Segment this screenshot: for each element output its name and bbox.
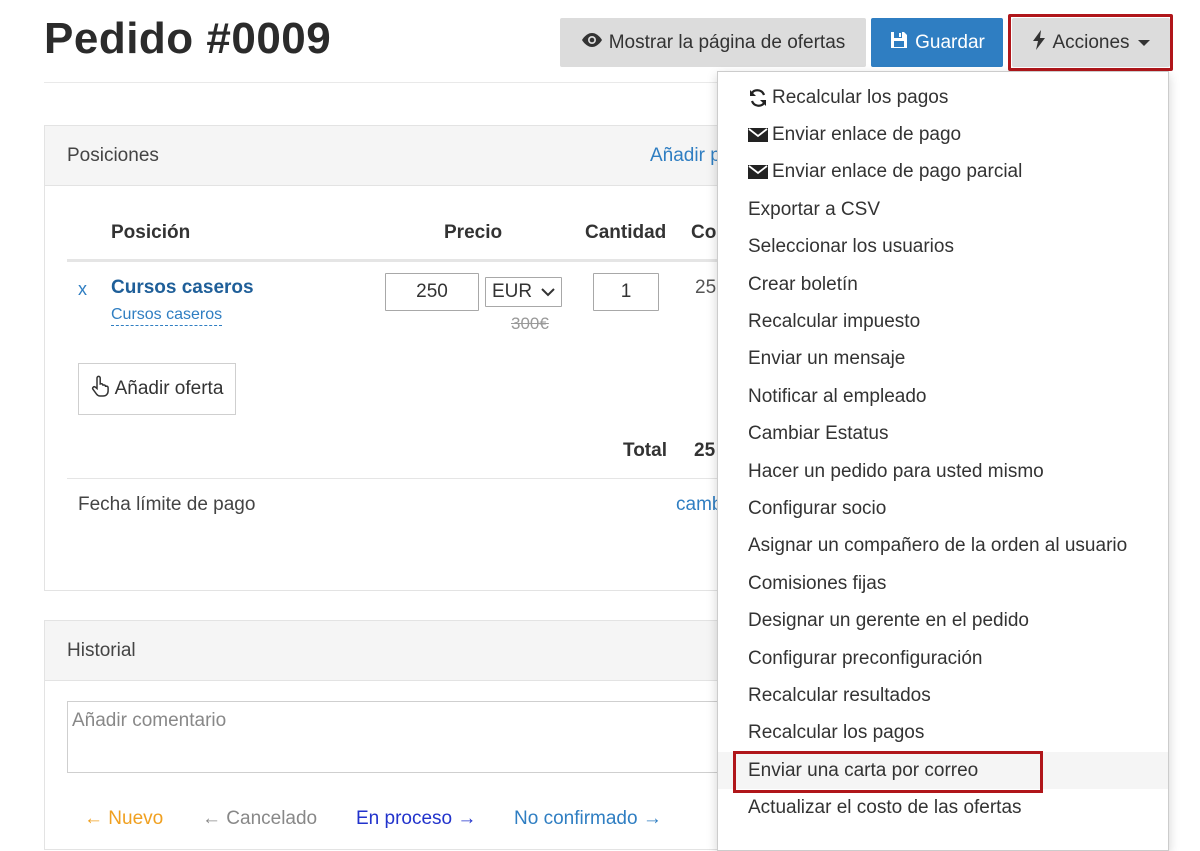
- currency-select[interactable]: EUR: [485, 277, 562, 307]
- save-button[interactable]: Guardar: [871, 18, 1003, 67]
- menu-item-label: Configurar socio: [748, 497, 887, 519]
- menu-item[interactable]: Crear boletín: [718, 266, 1168, 303]
- menu-item[interactable]: Recalcular resultados: [718, 677, 1168, 714]
- position-cost: 25: [695, 277, 717, 298]
- menu-item[interactable]: Seleccionar los usuarios: [718, 229, 1168, 266]
- menu-item[interactable]: Designar un gerente en el pedido: [718, 603, 1168, 640]
- menu-item-label: Recalcular impuesto: [748, 310, 921, 332]
- chevron-down-icon: [541, 281, 555, 303]
- bolt-icon: [1032, 29, 1046, 56]
- menu-item-label: Hacer un pedido para usted mismo: [748, 460, 1044, 482]
- history-panel-title: Historial: [67, 640, 136, 661]
- actions-label: Acciones: [1052, 31, 1130, 53]
- menu-item[interactable]: Hacer un pedido para usted mismo: [718, 453, 1168, 490]
- menu-item-label: Notificar al empleado: [748, 385, 927, 407]
- menu-item[interactable]: Recalcular los pagos: [718, 715, 1168, 752]
- menu-item-label: Crear boletín: [748, 273, 858, 295]
- show-offers-label: Mostrar la página de ofertas: [608, 31, 846, 53]
- menu-item[interactable]: Recalcular los pagos: [718, 79, 1168, 116]
- menu-item[interactable]: Enviar enlace de pago: [718, 116, 1168, 153]
- show-offers-page-button[interactable]: Mostrar la página de ofertas: [560, 18, 866, 67]
- header-divider: [44, 82, 744, 83]
- table-header-divider: [67, 259, 727, 262]
- hand-pointer-icon: [91, 375, 111, 403]
- status-link-new[interactable]: ← Nuevo: [84, 808, 163, 830]
- menu-item[interactable]: Notificar al empleado: [718, 378, 1168, 415]
- actions-dropdown-menu: Recalcular los pagos Enviar enlace de pag…: [717, 71, 1169, 851]
- menu-item-label: Enviar una carta por correo: [748, 759, 979, 781]
- menu-item[interactable]: Enviar enlace de pago parcial: [718, 154, 1168, 191]
- menu-item-label: Exportar a CSV: [748, 198, 880, 220]
- caret-down-icon: [1137, 39, 1150, 46]
- menu-item-label: Enviar un mensaje: [748, 348, 906, 370]
- page-title: Pedido #0009: [44, 14, 332, 63]
- envelope-icon: [748, 161, 772, 183]
- menu-item[interactable]: Enviar un mensaje: [718, 341, 1168, 378]
- total-divider: [67, 478, 727, 479]
- menu-item-label: Actualizar el costo de las ofertas: [748, 797, 1022, 819]
- status-link-unconfirmed[interactable]: No confirmado →: [514, 808, 662, 830]
- menu-item[interactable]: Configurar socio: [718, 490, 1168, 527]
- position-subname-link[interactable]: Cursos caseros: [111, 306, 223, 326]
- add-offer-label: Añadir oferta: [114, 378, 224, 399]
- eye-icon: [581, 32, 603, 54]
- price-input[interactable]: 250: [385, 273, 479, 311]
- menu-item-label: Recalcular los pagos: [748, 722, 925, 744]
- envelope-icon: [748, 124, 772, 146]
- menu-item[interactable]: Recalcular impuesto: [718, 303, 1168, 340]
- menu-item-label: Recalcular resultados: [748, 684, 931, 706]
- menu-item-label: Designar un gerente en el pedido: [748, 610, 1029, 632]
- column-header-position: Posición: [111, 222, 191, 243]
- positions-panel: Posiciones Añadir p: [44, 125, 744, 591]
- menu-item-label: Asignar un compañero de la orden al usua…: [748, 535, 1128, 557]
- total-label: Total: [623, 440, 667, 461]
- menu-item[interactable]: Comisiones fijas: [718, 565, 1168, 602]
- quantity-input[interactable]: 1: [593, 273, 659, 311]
- menu-item-label: Enviar enlace de pago parcial: [772, 161, 1023, 183]
- menu-item-label: Cambiar Estatus: [748, 423, 889, 445]
- menu-item[interactable]: Configurar preconfiguración: [718, 640, 1168, 677]
- status-link-in-process[interactable]: En proceso →: [356, 808, 476, 830]
- menu-item[interactable]: Exportar a CSV: [718, 191, 1168, 228]
- add-position-link[interactable]: Añadir p: [650, 145, 721, 167]
- floppy-disk-icon: [889, 30, 909, 56]
- menu-item-label: Configurar preconfiguración: [748, 647, 983, 669]
- column-header-cost: Co: [691, 222, 717, 243]
- history-panel-header: Historial: [45, 621, 743, 681]
- menu-item[interactable]: Cambiar Estatus: [718, 416, 1168, 453]
- menu-item[interactable]: Actualizar el costo de las ofertas: [718, 790, 1168, 827]
- column-header-quantity: Cantidad: [585, 222, 667, 243]
- payment-due-label: Fecha límite de pago: [78, 494, 256, 515]
- position-name-link[interactable]: Cursos caseros: [111, 277, 254, 299]
- menu-item-label: Comisiones fijas: [748, 572, 887, 594]
- positions-panel-header: Posiciones Añadir p: [45, 126, 743, 186]
- total-value: 25: [694, 440, 716, 461]
- column-header-price: Precio: [444, 222, 503, 243]
- menu-item-label: Seleccionar los usuarios: [748, 236, 954, 258]
- actions-dropdown-button[interactable]: Acciones: [1012, 18, 1170, 67]
- menu-item[interactable]: Enviar una carta por correo: [718, 752, 1168, 790]
- old-price: 300€: [511, 314, 549, 333]
- status-link-cancelled[interactable]: ← Cancelado: [202, 808, 317, 830]
- change-due-date-link[interactable]: camb: [676, 494, 722, 516]
- remove-position-button[interactable]: x: [78, 279, 87, 300]
- save-label: Guardar: [915, 31, 985, 53]
- add-offer-button[interactable]: Añadir oferta: [78, 363, 236, 415]
- currency-select-value: EUR: [492, 281, 533, 302]
- comment-textarea[interactable]: Añadir comentario: [67, 701, 727, 773]
- menu-item-label: Enviar enlace de pago: [772, 123, 962, 145]
- refresh-icon: [748, 87, 772, 109]
- menu-item-label: Recalcular los pagos: [772, 86, 949, 108]
- positions-panel-title: Posiciones: [67, 145, 159, 166]
- menu-item[interactable]: Asignar un compañero de la orden al usua…: [718, 528, 1168, 565]
